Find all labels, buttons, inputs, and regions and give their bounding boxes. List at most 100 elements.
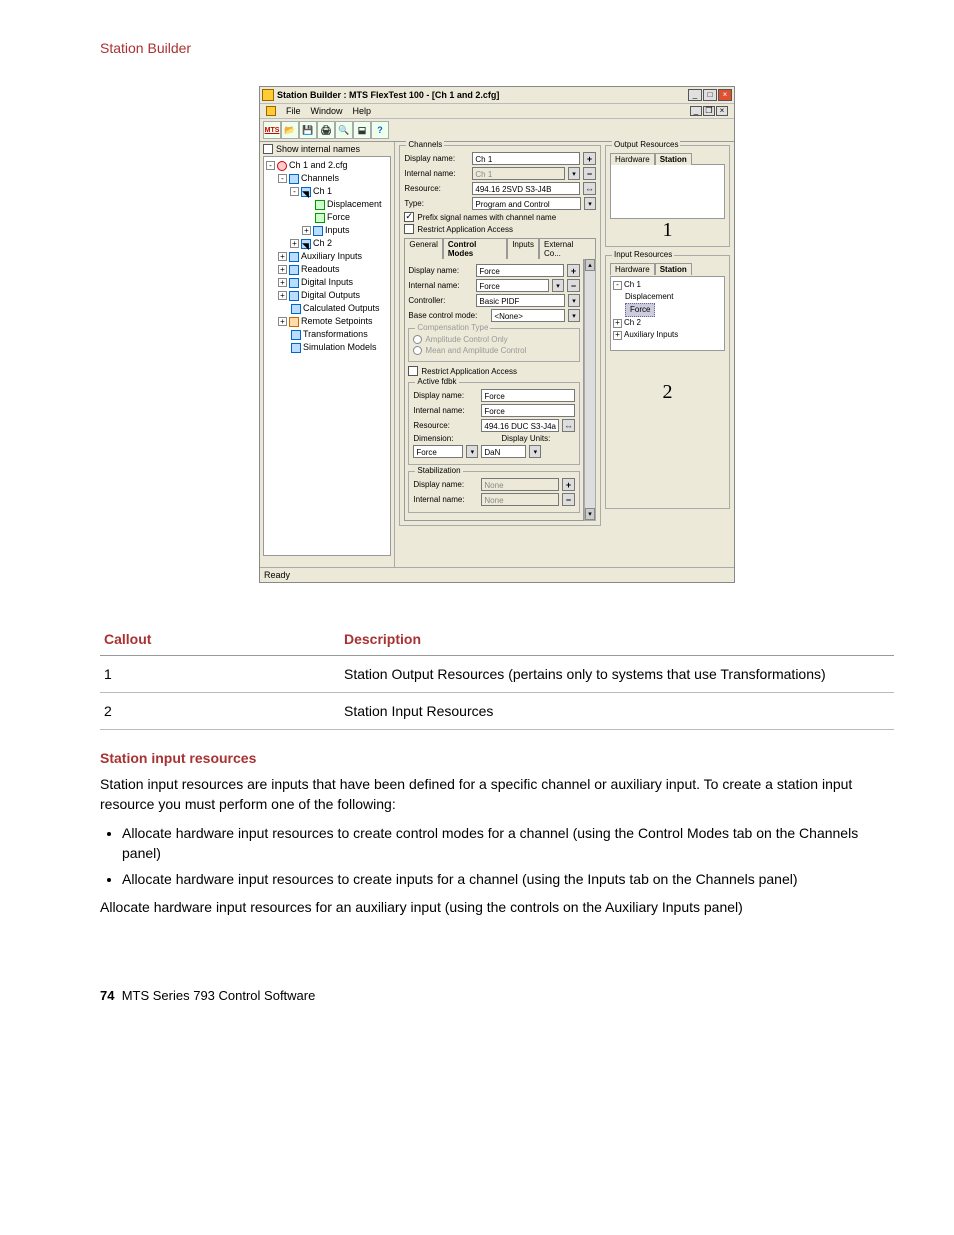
body-paragraph: Station input resources are inputs that … xyxy=(100,774,894,815)
tab-hardware[interactable]: Hardware xyxy=(610,153,655,165)
expand-icon[interactable]: + xyxy=(613,319,622,328)
tree-ch1[interactable]: Ch 1 xyxy=(313,185,332,198)
tab-control-modes[interactable]: Control Modes xyxy=(443,238,507,259)
menu-help[interactable]: Help xyxy=(353,106,372,116)
tab-inputs[interactable]: Inputs xyxy=(507,238,539,259)
sim-icon xyxy=(291,343,301,353)
ir-force[interactable]: Force xyxy=(625,303,655,317)
expand-icon[interactable]: - xyxy=(278,174,287,183)
tree-sim[interactable]: Simulation Models xyxy=(303,341,377,354)
stab-internal-input[interactable]: None xyxy=(481,493,559,506)
tab-station[interactable]: Station xyxy=(655,153,692,165)
mdi-minimize-button[interactable]: _ xyxy=(690,106,702,116)
input-resources-tree[interactable]: -Ch 1 Displacement Force +Ch 2 +Auxiliar… xyxy=(610,276,725,351)
add-button[interactable]: + xyxy=(583,152,596,165)
save-button[interactable]: 💾 xyxy=(299,121,317,139)
cm-internal-select[interactable]: Force xyxy=(476,279,549,292)
resource-input[interactable]: 494.16 2SVD S3-J4B xyxy=(472,182,580,195)
open-button[interactable]: 📂 xyxy=(281,121,299,139)
dimension-select[interactable]: Force xyxy=(413,445,463,458)
remove-button[interactable]: − xyxy=(583,167,596,180)
tree-root[interactable]: Ch 1 and 2.cfg xyxy=(289,159,348,172)
af-resource-input[interactable]: 494.16 DUC S3-J4a xyxy=(481,419,559,432)
maximize-button[interactable]: □ xyxy=(703,89,717,101)
scroll-down-icon[interactable]: ▾ xyxy=(585,508,595,520)
close-button[interactable]: × xyxy=(718,89,732,101)
restrict-checkbox[interactable] xyxy=(404,224,414,234)
add-button[interactable]: + xyxy=(567,264,580,277)
display-name-input[interactable]: Ch 1 xyxy=(472,152,580,165)
expand-icon[interactable]: - xyxy=(290,187,299,196)
internal-name-select[interactable]: Ch 1 xyxy=(472,167,565,180)
expand-icon[interactable]: + xyxy=(290,239,299,248)
print-button[interactable]: 🖨 xyxy=(317,121,335,139)
minimize-button[interactable]: _ xyxy=(688,89,702,101)
preview-button[interactable]: 🔍 xyxy=(335,121,353,139)
base-mode-select[interactable]: <None> xyxy=(491,309,565,322)
th-callout: Callout xyxy=(100,623,340,656)
dropdown-icon[interactable]: ▾ xyxy=(584,197,596,210)
prefix-checkbox[interactable]: ✓ xyxy=(404,212,414,222)
expand-icon[interactable]: + xyxy=(302,226,311,235)
tab-hardware[interactable]: Hardware xyxy=(610,263,655,275)
units-select[interactable]: DaN xyxy=(481,445,526,458)
arrange-button[interactable]: ⬓ xyxy=(353,121,371,139)
tree-displacement[interactable]: Displacement xyxy=(327,198,382,211)
tab-external[interactable]: External Co... xyxy=(539,238,596,259)
controller-select[interactable]: Basic PIDF xyxy=(476,294,565,307)
dropdown-icon[interactable]: ▾ xyxy=(529,445,541,458)
restrict2-checkbox[interactable] xyxy=(408,366,418,376)
add-button[interactable]: + xyxy=(562,478,575,491)
cm-display-input[interactable]: Force xyxy=(476,264,564,277)
expand-icon[interactable]: + xyxy=(278,291,287,300)
tree-din[interactable]: Digital Inputs xyxy=(301,276,353,289)
remove-button[interactable]: − xyxy=(567,279,580,292)
ir-disp[interactable]: Displacement xyxy=(625,291,673,303)
af-internal-input[interactable]: Force xyxy=(481,404,575,417)
tree-dout[interactable]: Digital Outputs xyxy=(301,289,360,302)
dropdown-icon[interactable]: ▾ xyxy=(568,167,580,180)
tree-force[interactable]: Force xyxy=(327,211,350,224)
tab-station[interactable]: Station xyxy=(655,263,692,275)
remove-button[interactable]: − xyxy=(562,493,575,506)
expand-icon[interactable]: - xyxy=(266,161,275,170)
tree-remote[interactable]: Remote Setpoints xyxy=(301,315,373,328)
menu-file[interactable]: File xyxy=(286,106,301,116)
tree-calc[interactable]: Calculated Outputs xyxy=(303,302,380,315)
stab-display-input[interactable]: None xyxy=(481,478,559,491)
expand-icon[interactable]: + xyxy=(278,278,287,287)
display-name-label: Display name: xyxy=(404,154,469,163)
tab-general[interactable]: General xyxy=(404,238,442,259)
expand-icon[interactable]: + xyxy=(278,317,287,326)
af-display-input[interactable]: Force xyxy=(481,389,575,402)
expand-icon[interactable]: + xyxy=(278,265,287,274)
show-internal-checkbox[interactable] xyxy=(263,144,273,154)
browse-button[interactable]: ⇔ xyxy=(562,419,575,432)
tree-readouts[interactable]: Readouts xyxy=(301,263,340,276)
tree-channels[interactable]: Channels xyxy=(301,172,339,185)
expand-icon[interactable]: - xyxy=(613,281,622,290)
tree-ch2[interactable]: Ch 2 xyxy=(313,237,332,250)
help-button[interactable]: ? xyxy=(371,121,389,139)
tree-trans[interactable]: Transformations xyxy=(303,328,368,341)
ir-ch2[interactable]: Ch 2 xyxy=(624,317,641,329)
dropdown-icon[interactable]: ▾ xyxy=(568,294,580,307)
menu-window[interactable]: Window xyxy=(311,106,343,116)
ir-ch1[interactable]: Ch 1 xyxy=(624,279,641,291)
scroll-up-icon[interactable]: ▴ xyxy=(585,259,595,271)
station-tree[interactable]: -Ch 1 and 2.cfg -Channels -◥Ch 1 Displac… xyxy=(263,156,391,556)
mdi-restore-button[interactable]: ❐ xyxy=(703,106,715,116)
mdi-close-button[interactable]: × xyxy=(716,106,728,116)
scrollbar[interactable]: ▴ ▾ xyxy=(584,258,596,521)
dropdown-icon[interactable]: ▾ xyxy=(552,279,564,292)
browse-button[interactable]: ⇔ xyxy=(583,182,596,195)
dropdown-icon[interactable]: ▾ xyxy=(568,309,580,322)
mts-logo-button[interactable]: MTS xyxy=(263,121,281,139)
tree-inputs[interactable]: Inputs xyxy=(325,224,350,237)
tree-aux[interactable]: Auxiliary Inputs xyxy=(301,250,362,263)
dropdown-icon[interactable]: ▾ xyxy=(466,445,478,458)
ir-aux[interactable]: Auxiliary Inputs xyxy=(624,329,678,341)
expand-icon[interactable]: + xyxy=(613,331,622,340)
expand-icon[interactable]: + xyxy=(278,252,287,261)
type-select[interactable]: Program and Control xyxy=(472,197,581,210)
